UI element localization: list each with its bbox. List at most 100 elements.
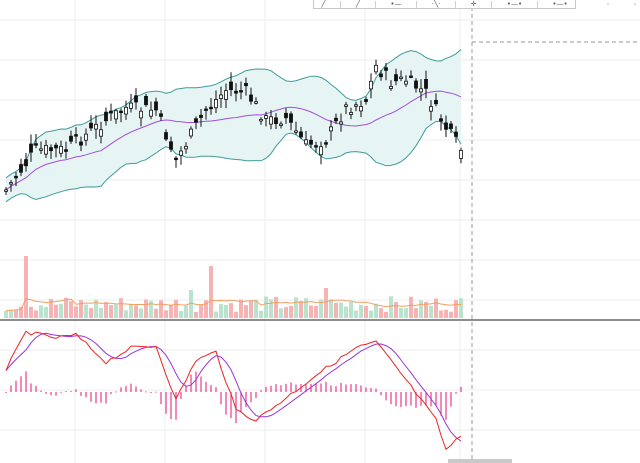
volume-bar (409, 296, 413, 318)
candle-body (29, 143, 33, 153)
macd-histogram-bar (195, 371, 197, 392)
volume-bar (4, 310, 8, 318)
candle-body (84, 133, 88, 141)
horizontal-line-icon[interactable]: •— (390, 0, 401, 8)
macd-histogram-bar (290, 382, 292, 392)
volume-bar (109, 305, 113, 318)
volume-bar (59, 303, 63, 318)
candle-body (314, 145, 318, 148)
macd-histogram-bar (365, 387, 367, 392)
macd-histogram-bar (275, 384, 277, 392)
settings-dot-icon[interactable]: ◦ (633, 1, 637, 9)
macd-histogram-bar (150, 392, 152, 393)
candle-body (294, 130, 298, 133)
volume-bar (119, 298, 123, 318)
macd-histogram-bar (210, 385, 212, 392)
macd-histogram-bar (400, 392, 402, 407)
toolbar-separator (416, 0, 418, 8)
candle-body (79, 141, 83, 146)
macd-histogram-bar (340, 382, 342, 392)
time-scroll-thumb[interactable] (448, 459, 512, 463)
macd-signal-line (5, 332, 462, 442)
candle-body (229, 81, 233, 91)
macd-histogram-bar (170, 392, 172, 420)
candle-body (44, 144, 48, 155)
macd-histogram-bar (445, 392, 447, 420)
volume-bar (24, 256, 28, 318)
volume-bar (249, 300, 253, 318)
candle-body (429, 106, 433, 112)
macd-histogram-bar (10, 385, 12, 392)
macd-histogram-bar (110, 392, 112, 394)
macd-histogram-bar (25, 371, 27, 392)
macd-histogram-bar (250, 392, 252, 403)
volume-bar (159, 300, 163, 318)
volume-bar (259, 310, 263, 318)
candle-body (189, 128, 193, 137)
candle-body (209, 106, 213, 110)
toolbar-separator (536, 0, 538, 8)
volume-bar (274, 297, 278, 318)
macd-histogram-bar (120, 387, 122, 392)
candle-body (269, 116, 273, 125)
candle-body (324, 142, 328, 145)
macd-histogram-bar (375, 388, 377, 392)
macd-histogram-bar (225, 392, 227, 415)
cross-line-icon[interactable]: ✛ (471, 0, 477, 8)
candle-body (89, 122, 93, 129)
candle-body (9, 182, 13, 185)
candle-body (69, 135, 73, 142)
candle-body (454, 131, 458, 137)
candle-body (299, 131, 303, 138)
candle-body (139, 110, 143, 119)
volume-bar (379, 308, 383, 318)
macd-histogram-bar (75, 389, 77, 392)
volume-bar (179, 310, 183, 318)
volume-bar (144, 299, 148, 318)
volume-bar (439, 310, 443, 318)
horizontal-ray-icon[interactable]: •—• (507, 0, 522, 8)
price-chart[interactable] (0, 0, 640, 463)
candle-body (439, 118, 443, 122)
macd-histogram-bar (215, 387, 217, 392)
candle-body (304, 139, 308, 145)
candle-body (414, 80, 418, 89)
volume-bar (349, 301, 353, 318)
macd-histogram-bar (220, 392, 222, 405)
candle-body (249, 94, 253, 102)
macd-histogram-bar (380, 392, 382, 396)
volume-bars (4, 256, 463, 318)
volume-bar (264, 296, 268, 318)
settings-dot-icon[interactable]: ◦ (606, 1, 610, 9)
pane-divider[interactable] (0, 319, 640, 321)
volume-bar (224, 304, 228, 318)
line-tool-icon[interactable]: ╱ (321, 0, 325, 8)
candle-body (99, 129, 103, 137)
candle-body (399, 76, 403, 79)
candle-body (334, 117, 338, 122)
ray-tool-icon[interactable]: ╱ (356, 0, 360, 8)
macd-histogram-bar (280, 385, 282, 392)
volume-bar (139, 308, 143, 318)
volume-bar (314, 305, 318, 318)
macd-histogram-bar (180, 392, 182, 400)
volume-bar (444, 309, 448, 318)
volume-bar (74, 306, 78, 318)
candle-body (124, 106, 128, 115)
candle-body (379, 73, 383, 78)
extended-line-icon[interactable]: •—• (552, 0, 567, 8)
macd-histogram-bar (45, 392, 47, 394)
macd-histogram-bar (175, 392, 177, 420)
volume-bar (194, 311, 198, 318)
volume-bar (209, 266, 213, 318)
volume-bar (429, 305, 433, 318)
toolbar-right-controls: ◦ ◦ (603, 0, 640, 9)
candle-body (409, 75, 413, 78)
volume-bar (374, 303, 378, 318)
macd-histogram-bar (190, 374, 192, 392)
candle-body (64, 149, 68, 152)
candle-body (234, 90, 238, 94)
volume-bar (174, 299, 178, 318)
trend-angle-icon[interactable]: ·╲· (432, 0, 441, 8)
volume-bar (304, 298, 308, 318)
